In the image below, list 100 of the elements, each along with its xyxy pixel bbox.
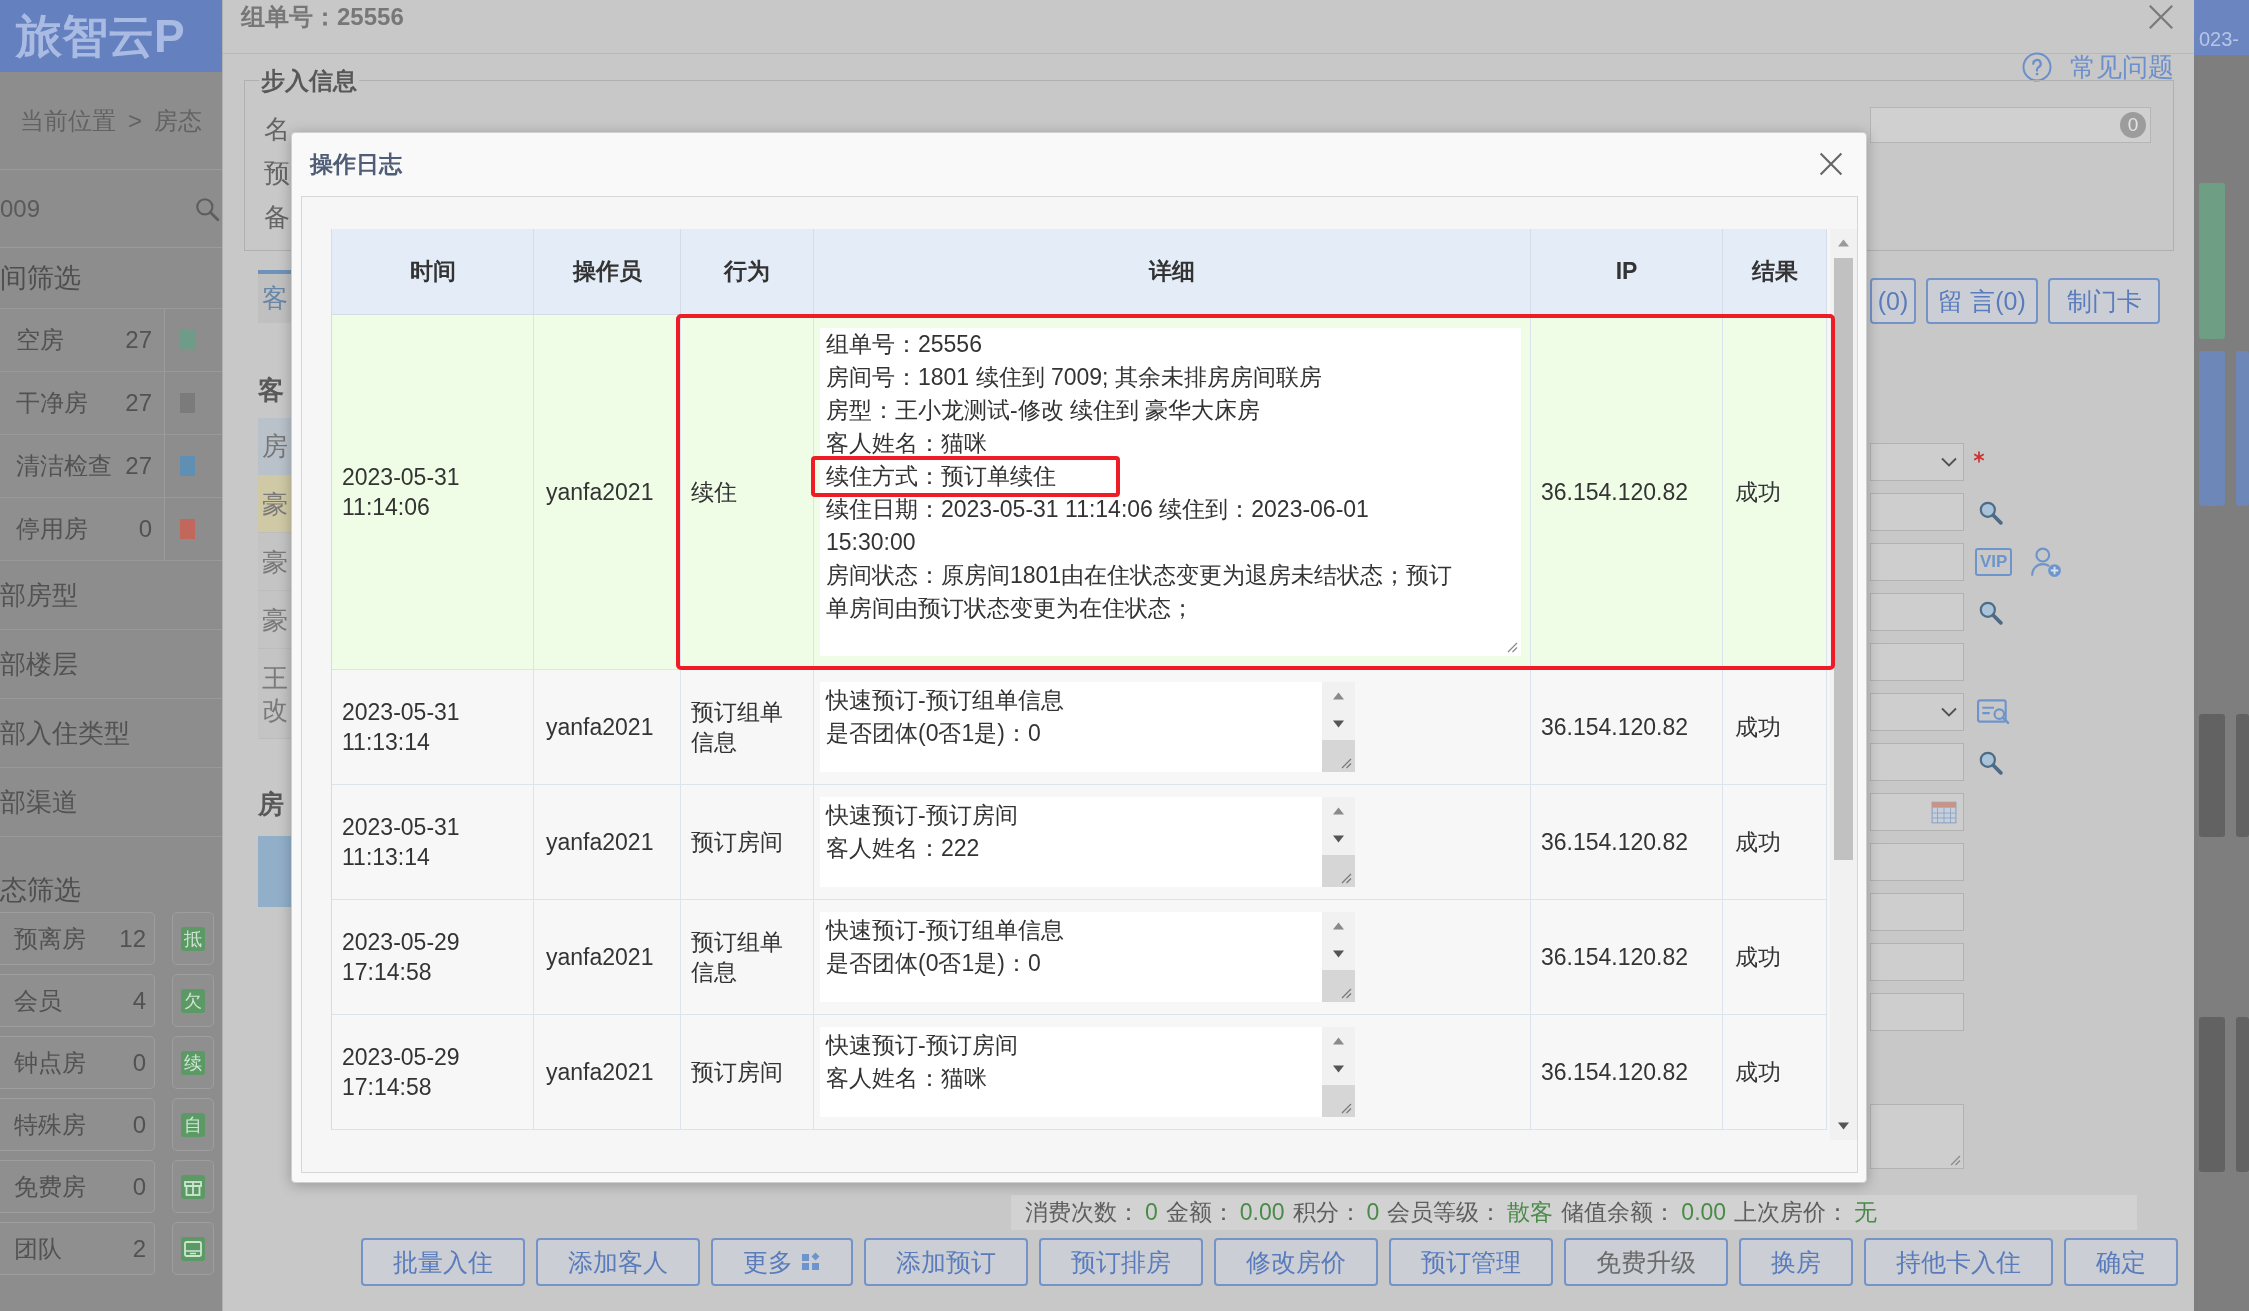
action-button[interactable]: 留 言(0) — [1926, 278, 2038, 324]
caret-up-icon[interactable] — [1332, 1037, 1345, 1045]
filter-item[interactable]: 预离房 12 — [0, 912, 155, 965]
caret-down-icon[interactable] — [1332, 835, 1345, 843]
action-button[interactable]: 批量入住 — [361, 1238, 525, 1286]
action-button[interactable]: 确定 — [2064, 1238, 2178, 1286]
date-field[interactable] — [1870, 793, 1964, 831]
room-tile[interactable] — [2236, 1017, 2249, 1172]
select-field[interactable] — [1870, 693, 1964, 731]
textarea-scrollbar[interactable] — [1322, 797, 1355, 887]
action-button[interactable]: 修改房价 — [1214, 1238, 1378, 1286]
scrollbar-thumb[interactable] — [1322, 1085, 1355, 1117]
detail-textarea[interactable]: 快速预订-预订房间 客人姓名：猫咪 — [820, 1027, 1355, 1117]
filter-group[interactable]: 部楼层 — [0, 646, 78, 682]
filter-item[interactable]: 特殊房 0 — [0, 1098, 155, 1151]
list-search-icon[interactable] — [1977, 698, 2011, 726]
chevron-down-icon[interactable] — [1941, 457, 1957, 467]
resize-grip-icon[interactable] — [1340, 872, 1352, 884]
more-button[interactable]: 更多 — [711, 1238, 853, 1286]
caret-down-icon[interactable] — [1837, 1122, 1850, 1130]
filter-item[interactable]: 会员 4 — [0, 974, 155, 1027]
user-add-icon[interactable] — [2030, 546, 2063, 578]
calendar-icon[interactable] — [1931, 800, 1957, 824]
room-tile[interactable] — [2199, 1017, 2225, 1172]
close-icon[interactable] — [2147, 3, 2175, 31]
guest-row[interactable]: 王改 — [258, 649, 291, 739]
scrollbar-track[interactable] — [1830, 229, 1857, 1140]
caret-up-icon[interactable] — [1837, 239, 1850, 247]
input-field[interactable] — [1870, 593, 1964, 631]
guest-row[interactable]: 豪 — [258, 591, 291, 649]
filter-item[interactable]: 免费房 0 — [0, 1160, 155, 1213]
vip-badge[interactable]: VIP — [1975, 548, 2013, 576]
input-field[interactable] — [1870, 493, 1964, 531]
filter-group[interactable]: 部渠道 — [0, 784, 78, 820]
input-field[interactable] — [1870, 543, 1964, 581]
caret-down-icon[interactable] — [1332, 720, 1345, 728]
scrollbar-thumb[interactable] — [1322, 970, 1355, 1002]
scrollbar-thumb[interactable] — [1834, 258, 1853, 860]
guest-row[interactable]: 豪 — [258, 475, 291, 533]
detail-textarea[interactable]: 快速预订-预订组单信息 是否团体(0否1是)：0 — [820, 682, 1355, 772]
action-button[interactable]: 换房 — [1739, 1238, 1853, 1286]
detail-textarea[interactable]: 快速预订-预订房间 客人姓名：222 — [820, 797, 1355, 887]
guest-row[interactable]: 豪 — [258, 533, 291, 591]
caret-up-icon[interactable] — [1332, 692, 1345, 700]
tab[interactable]: 客 — [258, 270, 291, 323]
room-tile[interactable] — [2236, 351, 2249, 506]
input-field[interactable] — [1870, 893, 1964, 931]
log-row[interactable]: 2023-05-31 11:13:14 yanfa2021 预订房间 快速预订-预订房间 客人姓名：222 36.154.120.82 成功 — [332, 785, 1827, 900]
resize-grip-icon[interactable] — [1506, 641, 1518, 653]
caret-up-icon[interactable] — [1332, 922, 1345, 930]
input-field[interactable] — [1870, 643, 1964, 681]
filter-item[interactable]: 团队 2 — [0, 1222, 155, 1275]
caret-down-icon[interactable] — [1332, 1065, 1345, 1073]
resize-grip-icon[interactable] — [1340, 987, 1352, 999]
action-button[interactable]: (0) — [1870, 278, 1916, 324]
input-field[interactable] — [1870, 943, 1964, 981]
filter-group[interactable]: 部房型 — [0, 577, 78, 613]
scrollbar-thumb[interactable] — [1322, 740, 1355, 772]
action-button[interactable]: 预订管理 — [1389, 1238, 1553, 1286]
input-field[interactable]: 0 — [1870, 107, 2151, 143]
scrollbar-thumb[interactable] — [1322, 855, 1355, 887]
action-button[interactable]: 预订排房 — [1039, 1238, 1203, 1286]
close-icon[interactable] — [1818, 151, 1844, 177]
room-tile[interactable] — [2199, 714, 2225, 837]
resize-grip-icon[interactable] — [1340, 1102, 1352, 1114]
column-header: 详细 — [814, 229, 1531, 315]
room-tile[interactable] — [2199, 183, 2225, 339]
room-tile[interactable] — [2199, 351, 2225, 506]
search-icon[interactable] — [1977, 599, 2003, 625]
room-tile[interactable]: 023- — [2194, 0, 2249, 55]
chevron-down-icon[interactable] — [1941, 707, 1957, 717]
help-icon[interactable] — [2022, 52, 2052, 82]
textarea-scrollbar[interactable] — [1322, 912, 1355, 1002]
textarea-scrollbar[interactable] — [1322, 1027, 1355, 1117]
textarea-scrollbar[interactable] — [1322, 682, 1355, 772]
input-field[interactable] — [1870, 743, 1964, 781]
input-field[interactable] — [1870, 843, 1964, 881]
log-row[interactable]: 2023-05-29 17:14:58 yanfa2021 预订房间 快速预订-预订房间 客人姓名：猫咪 36.154.120.82 成功 — [332, 1015, 1827, 1130]
room-tile[interactable] — [258, 836, 291, 907]
caret-up-icon[interactable] — [1332, 807, 1345, 815]
action-button[interactable]: 添加客人 — [536, 1238, 700, 1286]
search-icon[interactable] — [1977, 749, 2003, 775]
select-field[interactable] — [1870, 443, 1964, 481]
help-link[interactable]: 常见问题 — [2070, 52, 2174, 82]
filter-item[interactable]: 钟点房 0 — [0, 1036, 155, 1089]
room-tile[interactable] — [2236, 714, 2249, 837]
action-button[interactable]: 制门卡 — [2048, 278, 2160, 324]
textarea-field[interactable] — [1870, 1104, 1964, 1169]
caret-down-icon[interactable] — [1332, 950, 1345, 958]
resize-grip-icon[interactable] — [1949, 1154, 1961, 1166]
search-icon[interactable] — [1977, 499, 2003, 525]
resize-grip-icon[interactable] — [1340, 757, 1352, 769]
log-row[interactable]: 2023-05-29 17:14:58 yanfa2021 预订组单信息 快速预订-预订组单信息 是否团体(0否1是)：0 36.154.120.82 成功 — [332, 900, 1827, 1015]
log-row[interactable]: 2023-05-31 11:13:14 yanfa2021 预订组单信息 快速预订-预订组单信息 是否团体(0否1是)：0 36.154.120.82 成功 — [332, 670, 1827, 785]
action-button[interactable]: 持他卡入住 — [1864, 1238, 2053, 1286]
filter-group[interactable]: 部入住类型 — [0, 715, 130, 751]
input-field[interactable] — [1870, 993, 1964, 1031]
action-button[interactable]: 添加预订 — [864, 1238, 1028, 1286]
search-icon[interactable] — [194, 195, 220, 222]
detail-textarea[interactable]: 快速预订-预订组单信息 是否团体(0否1是)：0 — [820, 912, 1355, 1002]
